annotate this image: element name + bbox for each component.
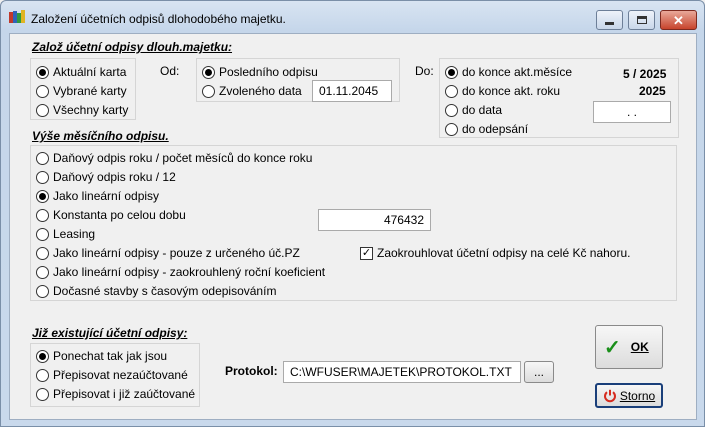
app-icon	[9, 10, 25, 23]
protocol-label: Protokol:	[225, 364, 278, 378]
power-icon	[603, 389, 616, 402]
radio-label: Konstanta po celou dobu	[53, 208, 186, 222]
close-button[interactable]: ✕	[660, 10, 697, 30]
radio-indicator	[36, 246, 49, 260]
ok-button[interactable]: ✓ OK	[595, 325, 663, 369]
radio-label: Přepisovat nezaúčtované	[53, 368, 188, 382]
cancel-button[interactable]: Storno	[595, 383, 663, 408]
year-value: 2025	[639, 84, 666, 98]
radio-indicator	[36, 170, 49, 184]
section-title-monthly: Výše měsíčního odpisu.	[32, 129, 169, 143]
close-icon: ✕	[673, 12, 684, 28]
from-date-input[interactable]: 01.11.2045	[312, 80, 392, 102]
maximize-button[interactable]	[628, 10, 655, 30]
round-checkbox[interactable]: ✓ Zaokrouhlovat účetní odpisy na celé Kč…	[360, 244, 631, 262]
ok-label: OK	[630, 340, 649, 354]
constant-value-input[interactable]: 476432	[318, 209, 431, 231]
window-title: Založení účetních odpisů dlohodobého maj…	[31, 12, 286, 26]
radio-monthly-6[interactable]: Jako lineární odpisy - zaokrouhlený ročn…	[36, 263, 325, 281]
radio-label: do konce akt. roku	[462, 84, 561, 98]
browse-label: ...	[533, 365, 544, 379]
radio-monthly-4[interactable]: Leasing	[36, 225, 95, 243]
radio-label: Jako lineární odpisy - pouze z určeného …	[53, 246, 300, 260]
radio-indicator	[36, 189, 49, 203]
radio-indicator	[202, 84, 215, 98]
radio-monthly-7[interactable]: Dočasné stavby s časovým odepisováním	[36, 282, 276, 300]
radio-indicator	[36, 65, 49, 79]
radio-label: Vybrané karty	[53, 84, 127, 98]
radio-do-odepsani[interactable]: do odepsání	[445, 120, 528, 138]
radio-indicator	[36, 208, 49, 222]
dialog-body: Založ účetní odpisy dlouh.majetku: Aktuá…	[9, 33, 697, 420]
radio-indicator	[36, 368, 49, 382]
radio-label: Všechny karty	[53, 103, 129, 117]
radio-indicator	[36, 265, 49, 279]
radio-indicator	[36, 151, 49, 165]
month-value: 5 / 2025	[623, 67, 667, 81]
radio-label: do konce akt.měsíce	[462, 65, 573, 79]
radio-indicator	[445, 84, 458, 98]
radio-label: do data	[462, 103, 503, 117]
radio-indicator	[36, 284, 49, 298]
radio-posledniho-odpisu[interactable]: Posledního odpisu	[202, 63, 318, 81]
radio-indicator	[36, 227, 49, 241]
radio-indicator	[36, 349, 49, 363]
checkbox-indicator: ✓	[360, 246, 373, 260]
radio-label: do odepsání	[462, 122, 529, 136]
radio-label: Zvoleného data	[219, 84, 302, 98]
radio-existing-2[interactable]: Přepisovat i již zaúčtované	[36, 385, 195, 403]
app-window: Založení účetních odpisů dlohodobého maj…	[0, 0, 705, 427]
radio-vsechny-karty[interactable]: Všechny karty	[36, 101, 128, 119]
radio-existing-1[interactable]: Přepisovat nezaúčtované	[36, 366, 188, 384]
radio-label: Daňový odpis roku / počet měsíců do konc…	[53, 151, 313, 165]
radio-zvoleneho-data[interactable]: Zvoleného data	[202, 82, 302, 100]
to-label: Do:	[415, 64, 434, 78]
radio-label: Posledního odpisu	[219, 65, 318, 79]
maximize-icon	[636, 16, 647, 24]
radio-indicator	[445, 122, 458, 136]
browse-button[interactable]: ...	[524, 361, 554, 383]
minimize-icon	[605, 21, 614, 25]
radio-label: Přepisovat i již zaúčtované	[53, 387, 196, 401]
radio-indicator	[36, 387, 49, 401]
section-title-existing: Již existující účetní odpisy:	[32, 326, 188, 340]
radio-monthly-2[interactable]: Jako lineární odpisy	[36, 187, 159, 205]
radio-label: Daňový odpis roku / 12	[53, 170, 176, 184]
radio-monthly-0[interactable]: Daňový odpis roku / počet měsíců do konc…	[36, 149, 312, 167]
radio-do-konce-roku[interactable]: do konce akt. roku	[445, 82, 560, 100]
radio-existing-0[interactable]: Ponechat tak jak jsou	[36, 347, 167, 365]
title-bar[interactable]: Založení účetních odpisů dlohodobého maj…	[1, 1, 704, 31]
radio-monthly-1[interactable]: Daňový odpis roku / 12	[36, 168, 176, 186]
radio-label: Ponechat tak jak jsou	[53, 349, 168, 363]
radio-label: Jako lineární odpisy - zaokrouhlený ročn…	[53, 265, 326, 279]
radio-monthly-3[interactable]: Konstanta po celou dobu	[36, 206, 186, 224]
radio-do-data[interactable]: do data	[445, 101, 502, 119]
radio-vybrane-karty[interactable]: Vybrané karty	[36, 82, 127, 100]
radio-do-konce-mesice[interactable]: do konce akt.měsíce	[445, 63, 572, 81]
to-date-input[interactable]: . .	[593, 101, 671, 123]
round-label: Zaokrouhlovat účetní odpisy na celé Kč n…	[377, 246, 631, 260]
radio-indicator	[445, 65, 458, 79]
radio-monthly-5[interactable]: Jako lineární odpisy - pouze z určeného …	[36, 244, 300, 262]
radio-label: Aktuální karta	[53, 65, 127, 79]
section-title-main: Založ účetní odpisy dlouh.majetku:	[32, 40, 233, 54]
checkmark-icon: ✓	[604, 336, 621, 359]
radio-indicator	[36, 84, 49, 98]
radio-indicator	[36, 103, 49, 117]
minimize-button[interactable]	[596, 10, 623, 30]
radio-aktualni-karta[interactable]: Aktuální karta	[36, 63, 126, 81]
protocol-path-input[interactable]: C:\WFUSER\MAJETEK\PROTOKOL.TXT	[283, 361, 521, 383]
radio-indicator	[445, 103, 458, 117]
from-label: Od:	[160, 64, 180, 78]
cancel-label: Storno	[619, 388, 656, 403]
radio-label: Leasing	[53, 227, 96, 241]
radio-indicator	[202, 65, 215, 79]
radio-label: Jako lineární odpisy	[53, 189, 160, 203]
radio-label: Dočasné stavby s časovým odepisováním	[53, 284, 277, 298]
